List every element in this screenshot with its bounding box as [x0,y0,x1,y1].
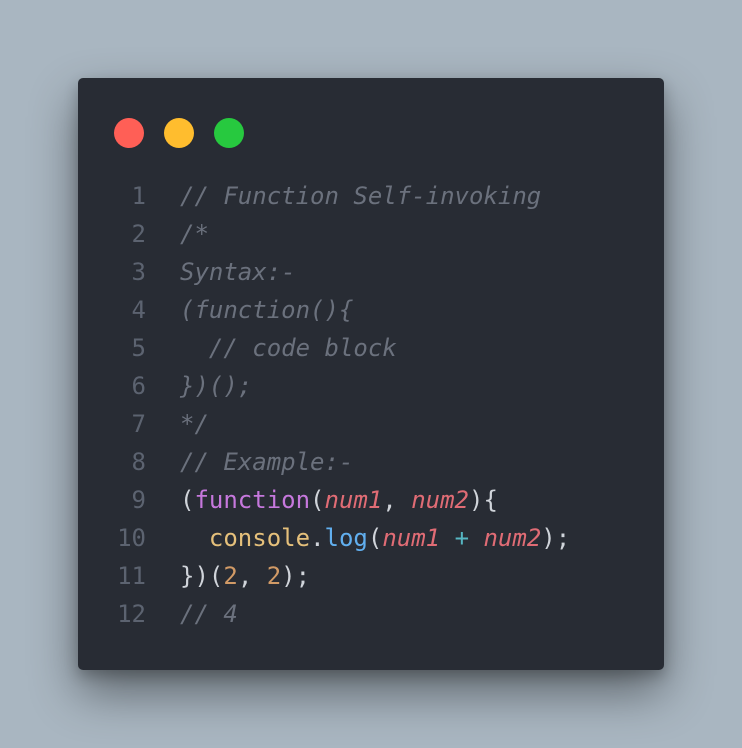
line-content: Syntax:- [180,253,296,291]
code-token: + [440,524,484,552]
code-token: log [324,524,368,552]
code-token: num1 [324,486,383,514]
line-content: /* [180,215,209,253]
code-token: ); [281,562,311,590]
line-content: })(2, 2); [180,557,310,595]
code-token: , [382,486,412,514]
code-token: ( [367,524,383,552]
line-content: // 4 [180,595,238,633]
line-number: 1 [131,182,146,210]
line-content: // Example:- [180,443,353,481]
code-token: ( [180,486,195,514]
code-line: 3 Syntax:- [78,253,664,291]
minimize-button[interactable] [164,118,194,148]
line-content: // code block [180,329,397,367]
line-number: 9 [131,486,146,514]
code-token: ( [310,486,325,514]
code-token: console [208,524,311,552]
code-snippet-window: 1 // Function Self-invoking 2 /* 3 Syntax:- 4 (… [78,78,664,670]
code-token: */ [180,410,209,438]
code-line: 6 })(); [78,367,664,405]
code-token: // code block [180,334,397,362]
code-token: ); [541,524,571,552]
line-number: 7 [131,410,146,438]
code-token: Syntax:- [180,258,296,286]
line-number: 5 [131,334,146,362]
line-content: (function(){ [180,291,353,329]
line-number: 10 [117,524,146,552]
line-number: 6 [131,372,146,400]
code-line: 9 (function(num1, num2){ [78,481,664,519]
code-token: num2 [483,524,542,552]
line-content: */ [180,405,209,443]
code-line: 5 // code block [78,329,664,367]
line-number: 8 [131,448,146,476]
code-token: // Example:- [180,448,354,476]
code-line: 4 (function(){ [78,291,664,329]
code-line: 8 // Example:- [78,443,664,481]
code-block: 1 // Function Self-invoking 2 /* 3 Syntax:- 4 (… [78,177,664,633]
line-number: 12 [117,600,146,628]
code-token: function [194,486,311,514]
code-line: 12 // 4 [78,595,664,633]
code-token: /* [180,220,209,248]
line-content: (function(num1, num2){ [180,481,498,519]
code-token: })( [180,562,224,590]
line-content: console.log(num1 + num2); [180,519,570,557]
code-token: // Function Self-invoking [180,182,542,210]
line-number: 2 [131,220,146,248]
code-token: (function(){ [180,296,354,324]
code-token: 2 [266,562,282,590]
close-button[interactable] [114,118,144,148]
line-content: })(); [180,367,252,405]
code-token: num1 [382,524,441,552]
code-token: , [237,562,267,590]
code-token: })(); [180,372,253,400]
code-token: // 4 [180,600,238,628]
line-content: // Function Self-invoking [180,177,541,215]
code-token: num2 [411,486,469,514]
code-line: 7 */ [78,405,664,443]
line-number: 11 [117,562,146,590]
code-line: 10 console.log(num1 + num2); [78,519,664,557]
code-token: ){ [469,486,498,514]
code-token: . [310,524,325,552]
code-line: 2 /* [78,215,664,253]
line-number: 3 [131,258,146,286]
code-token: 2 [223,562,238,590]
maximize-button[interactable] [214,118,244,148]
code-line: 1 // Function Self-invoking [78,177,664,215]
line-number: 4 [131,296,146,324]
code-line: 11})(2, 2); [78,557,664,595]
